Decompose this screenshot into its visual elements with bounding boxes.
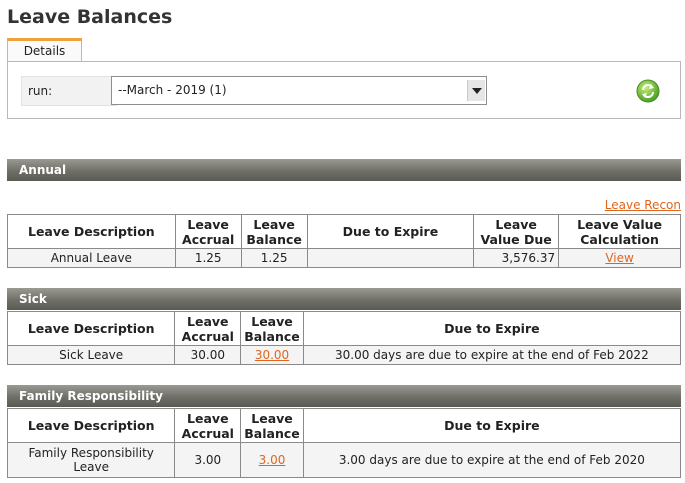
cell-description: Annual Leave bbox=[7, 248, 176, 268]
cell-calc: View bbox=[558, 248, 681, 268]
header-leave-description: Leave Description bbox=[6, 408, 176, 443]
header-due-to-expire: Due to Expire bbox=[302, 311, 682, 346]
header-due-to-expire: Due to Expire bbox=[306, 214, 475, 249]
chevron-down-icon[interactable] bbox=[467, 80, 485, 101]
run-label: run: bbox=[21, 76, 117, 106]
cell-balance: 30.00 bbox=[240, 345, 304, 365]
cell-due: 3.00 days are due to expire at the end o… bbox=[302, 442, 682, 478]
section-header-sick: Sick bbox=[7, 288, 681, 310]
balance-link[interactable]: 3.00 bbox=[259, 453, 286, 467]
cell-value-due: 3,576.37 bbox=[473, 248, 560, 268]
table-row: Annual Leave 1.25 1.25 3,576.37 View bbox=[7, 248, 681, 268]
balance-link[interactable]: 30.00 bbox=[255, 348, 289, 362]
family-responsibility-table: Leave Description Leave Accrual Leave Ba… bbox=[6, 408, 682, 478]
header-leave-balance: Leave Balance bbox=[240, 408, 304, 443]
sick-leave-table: Leave Description Leave Accrual Leave Ba… bbox=[6, 311, 682, 365]
leave-recon-link[interactable]: Leave Recon bbox=[605, 198, 681, 212]
cell-due bbox=[306, 248, 475, 268]
table-row: Sick Leave 30.00 30.00 30.00 days are du… bbox=[6, 345, 682, 365]
cell-description: Family Responsibility Leave bbox=[6, 442, 176, 478]
header-leave-description: Leave Description bbox=[6, 311, 176, 346]
header-leave-accrual: Leave Accrual bbox=[174, 408, 242, 443]
header-leave-balance: Leave Balance bbox=[240, 214, 308, 249]
tab-details[interactable]: Details bbox=[7, 38, 82, 62]
cell-balance: 3.00 bbox=[240, 442, 304, 478]
header-leave-value-due: Leave Value Due bbox=[473, 214, 560, 249]
cell-due: 30.00 days are due to expire at the end … bbox=[302, 345, 682, 365]
cell-accrual: 1.25 bbox=[174, 248, 242, 268]
header-leave-accrual: Leave Accrual bbox=[174, 214, 242, 249]
cell-accrual: 30.00 bbox=[174, 345, 242, 365]
header-leave-value-calculation: Leave Value Calculation bbox=[558, 214, 681, 249]
section-header-annual: Annual bbox=[7, 159, 681, 181]
cell-balance: 1.25 bbox=[240, 248, 308, 268]
view-link[interactable]: View bbox=[605, 251, 633, 265]
header-leave-balance: Leave Balance bbox=[240, 311, 304, 346]
table-row: Family Responsibility Leave 3.00 3.00 3.… bbox=[6, 442, 682, 478]
annual-leave-table: Leave Description Leave Accrual Leave Ba… bbox=[7, 214, 681, 268]
header-leave-description: Leave Description bbox=[7, 214, 176, 249]
header-due-to-expire: Due to Expire bbox=[302, 408, 682, 443]
run-select[interactable]: --March - 2019 (1) bbox=[111, 76, 487, 105]
details-panel: run: --March - 2019 (1) bbox=[7, 61, 681, 119]
header-leave-accrual: Leave Accrual bbox=[174, 311, 242, 346]
cell-accrual: 3.00 bbox=[174, 442, 242, 478]
section-header-family-responsibility: Family Responsibility bbox=[7, 385, 681, 407]
page-title: Leave Balances bbox=[7, 6, 173, 28]
refresh-icon[interactable] bbox=[636, 79, 660, 103]
run-select-value: --March - 2019 (1) bbox=[118, 83, 227, 97]
cell-description: Sick Leave bbox=[6, 345, 176, 365]
